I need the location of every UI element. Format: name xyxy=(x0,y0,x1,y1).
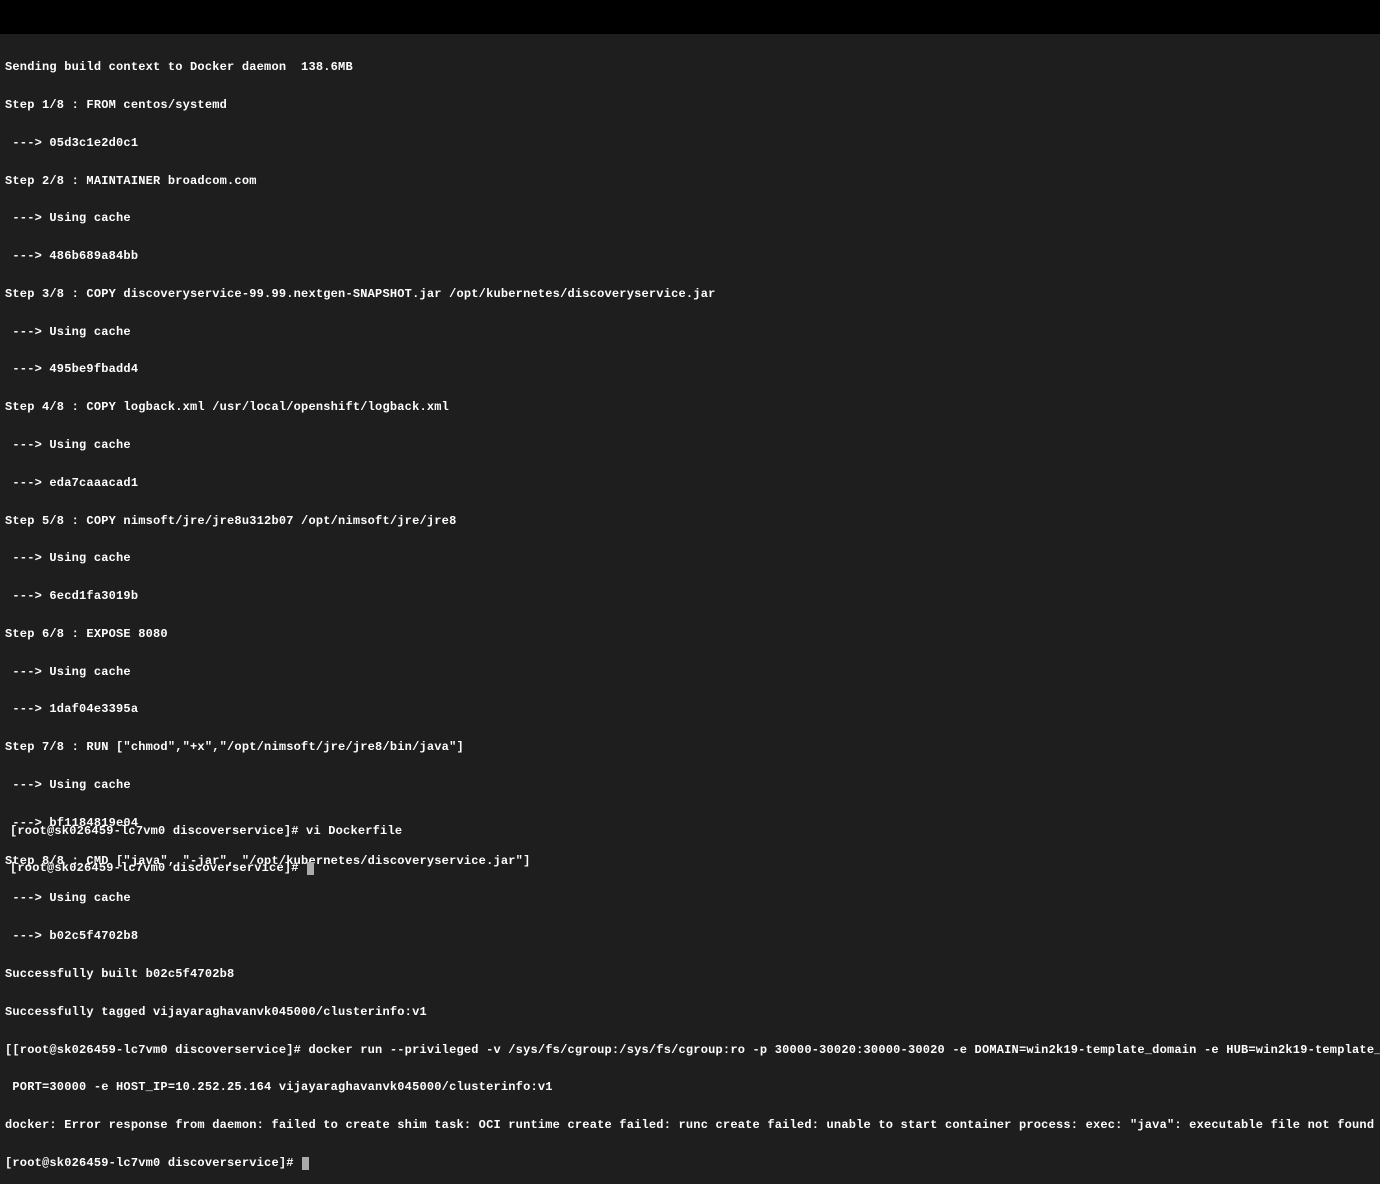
terminal-bottom[interactable]: [root@sk026459-lc7vm0 discoverservice]# … xyxy=(5,797,1375,890)
terminal-line: ---> Using cache xyxy=(5,666,1375,679)
terminal-prompt-line[interactable]: [root@sk026459-lc7vm0 discoverservice]# xyxy=(5,1157,1375,1170)
terminal-line: ---> b02c5f4702b8 xyxy=(5,930,1375,943)
terminal-line: ---> 1daf04e3395a xyxy=(5,703,1375,716)
terminal-line: Sending build context to Docker daemon 1… xyxy=(5,61,1375,74)
terminal-line: ---> Using cache xyxy=(5,212,1375,225)
terminal-line: ---> Using cache xyxy=(5,892,1375,905)
terminal-line: ---> 486b689a84bb xyxy=(5,250,1375,263)
terminal-line: Step 7/8 : RUN ["chmod","+x","/opt/nimso… xyxy=(5,741,1375,754)
cursor-icon xyxy=(302,1157,309,1170)
terminal-line: [root@sk026459-lc7vm0 discoverservice]# … xyxy=(10,825,1370,838)
terminal-output[interactable]: Sending build context to Docker daemon 1… xyxy=(0,34,1380,1184)
terminal-line: ---> Using cache xyxy=(5,779,1375,792)
terminal-line: Step 6/8 : EXPOSE 8080 xyxy=(5,628,1375,641)
window-titlebar xyxy=(0,0,1380,34)
terminal-line: PORT=30000 -e HOST_IP=10.252.25.164 vija… xyxy=(5,1081,1375,1094)
terminal-line: Step 5/8 : COPY nimsoft/jre/jre8u312b07 … xyxy=(5,515,1375,528)
terminal-line: ---> Using cache xyxy=(5,439,1375,452)
terminal-line: Step 2/8 : MAINTAINER broadcom.com xyxy=(5,175,1375,188)
terminal-line: Successfully built b02c5f4702b8 xyxy=(5,968,1375,981)
terminal-line: docker: Error response from daemon: fail… xyxy=(5,1119,1375,1132)
prompt-text: [root@sk026459-lc7vm0 discoverservice]# xyxy=(5,1156,301,1170)
terminal-line: [[root@sk026459-lc7vm0 discoverservice]#… xyxy=(5,1044,1375,1057)
terminal-line: Step 4/8 : COPY logback.xml /usr/local/o… xyxy=(5,401,1375,414)
terminal-line: ---> 6ecd1fa3019b xyxy=(5,590,1375,603)
terminal-line: Successfully tagged vijayaraghavanvk0450… xyxy=(5,1006,1375,1019)
terminal-line: Step 3/8 : COPY discoveryservice-99.99.n… xyxy=(5,288,1375,301)
cursor-icon xyxy=(307,862,314,875)
terminal-line: ---> eda7caaacad1 xyxy=(5,477,1375,490)
terminal-line: ---> 05d3c1e2d0c1 xyxy=(5,137,1375,150)
terminal-line: Step 1/8 : FROM centos/systemd xyxy=(5,99,1375,112)
terminal-line: ---> 495be9fbadd4 xyxy=(5,363,1375,376)
terminal-prompt-line[interactable]: [root@sk026459-lc7vm0 discoverservice]# xyxy=(10,862,1370,875)
prompt-text: [root@sk026459-lc7vm0 discoverservice]# xyxy=(10,861,306,875)
terminal-line: ---> Using cache xyxy=(5,552,1375,565)
terminal-line: ---> Using cache xyxy=(5,326,1375,339)
